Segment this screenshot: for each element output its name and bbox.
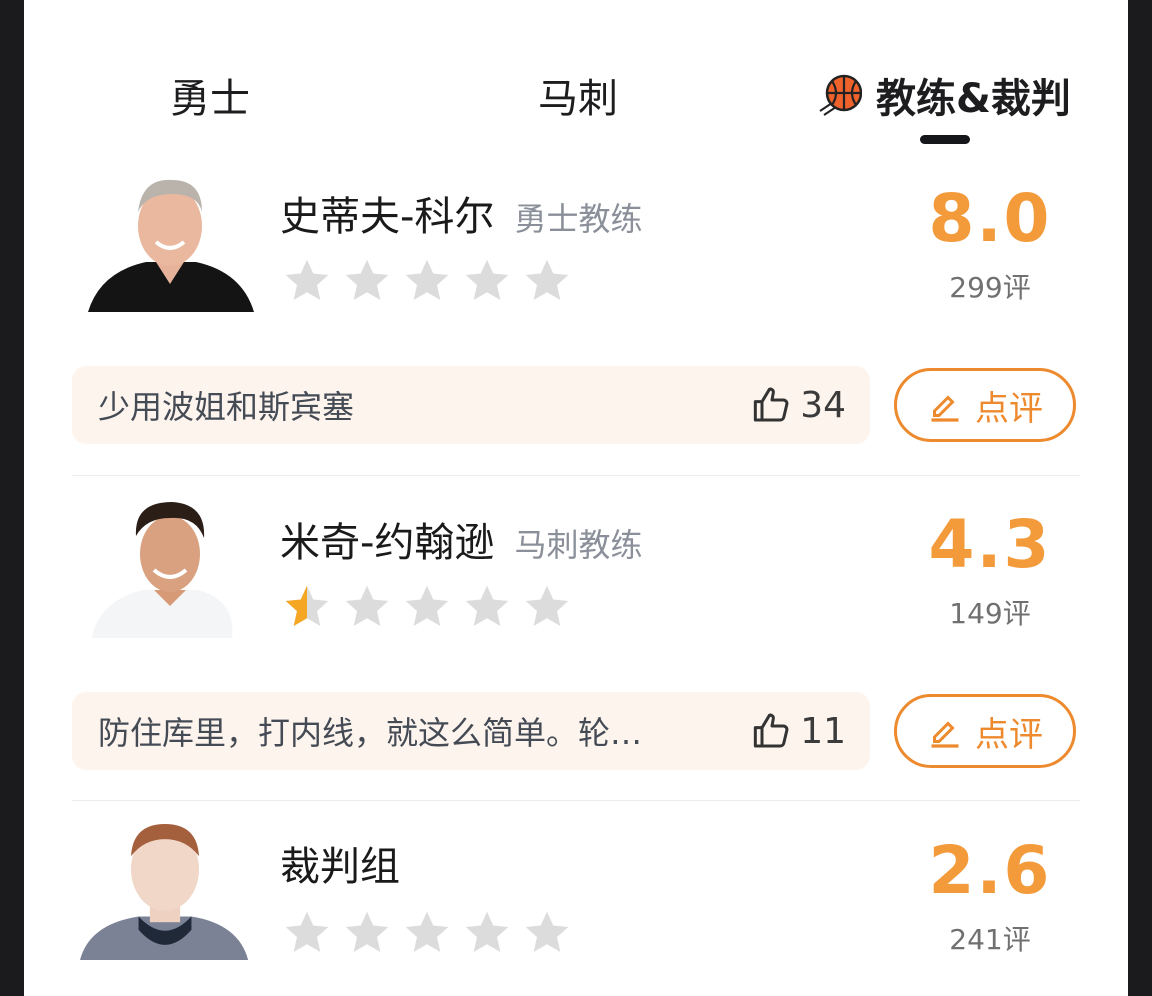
like-button[interactable]: 11 <box>752 711 846 752</box>
star-rating[interactable] <box>282 908 582 958</box>
review-button[interactable]: 点评 <box>894 368 1076 442</box>
score-value: 4.3 <box>928 506 1052 583</box>
star-icon[interactable] <box>282 256 332 306</box>
star-icon[interactable] <box>522 908 572 958</box>
tab-coach-referee[interactable]: 教练&裁判 <box>818 66 1071 124</box>
review-count: 149评 <box>949 597 1031 630</box>
star-icon[interactable] <box>402 582 452 632</box>
tab-warriors-label: 勇士 <box>170 76 250 122</box>
divider <box>72 800 1080 801</box>
tab-coach-referee-label: 教练&裁判 <box>876 76 1071 122</box>
divider <box>72 475 1080 476</box>
person-name: 裁判组 <box>280 844 400 890</box>
person-name: 米奇-约翰逊 <box>280 520 495 566</box>
thumbs-up-icon <box>754 713 789 748</box>
star-icon[interactable] <box>402 908 452 958</box>
star-icon[interactable] <box>462 908 512 958</box>
name-row: 米奇-约翰逊 马刺教练 <box>280 510 642 568</box>
name-row: 史蒂夫-科尔 勇士教练 <box>280 184 642 242</box>
like-count: 34 <box>800 384 846 426</box>
referee-avatar[interactable] <box>80 822 250 962</box>
review-count: 299评 <box>949 271 1031 304</box>
tab-spurs[interactable]: 马刺 <box>538 66 618 124</box>
star-icon[interactable] <box>522 256 572 306</box>
coach-avatar[interactable] <box>86 172 256 312</box>
star-icon[interactable] <box>342 908 392 958</box>
thumbs-up-icon <box>754 387 789 422</box>
basketball-icon <box>819 74 862 116</box>
review-button-label: 点评 <box>975 388 1043 429</box>
score-value: 8.0 <box>928 180 1052 257</box>
star-icon[interactable] <box>402 256 452 306</box>
review-button-label: 点评 <box>975 714 1043 755</box>
ratings-panel: 勇士 马刺 教练&裁判 史蒂夫-科尔 勇士教练 8.0 299评 少用波姐和斯宾… <box>24 0 1128 996</box>
star-icon[interactable] <box>282 908 332 958</box>
active-tab-indicator <box>920 135 970 144</box>
coach-avatar[interactable] <box>86 498 256 638</box>
star-icon[interactable] <box>462 256 512 306</box>
person-role: 勇士教练 <box>514 200 643 238</box>
like-count: 11 <box>800 710 846 752</box>
tab-spurs-label: 马刺 <box>538 76 618 122</box>
review-count: 241评 <box>949 923 1031 956</box>
star-rating[interactable] <box>282 582 582 632</box>
tab-warriors[interactable]: 勇士 <box>170 66 250 124</box>
person-name: 史蒂夫-科尔 <box>280 194 495 240</box>
review-button[interactable]: 点评 <box>894 694 1076 768</box>
star-icon[interactable] <box>462 582 512 632</box>
star-icon[interactable] <box>342 256 392 306</box>
tab-bar: 勇士 马刺 教练&裁判 <box>24 0 1128 150</box>
name-row: 裁判组 <box>280 834 400 892</box>
half-star-icon[interactable] <box>282 582 332 632</box>
pencil-icon <box>931 721 959 748</box>
star-icon[interactable] <box>342 582 392 632</box>
comment-text: 少用波姐和斯宾塞 <box>98 388 355 426</box>
like-button[interactable]: 34 <box>752 385 846 426</box>
star-icon[interactable] <box>522 582 572 632</box>
pencil-icon <box>931 395 959 422</box>
top-comment[interactable]: 防住库里，打内线，就这么简单。轮… 11 <box>72 692 870 770</box>
comment-text: 防住库里，打内线，就这么简单。轮… <box>98 714 643 752</box>
score-value: 2.6 <box>928 832 1052 909</box>
star-rating[interactable] <box>282 256 582 306</box>
person-role: 马刺教练 <box>514 526 643 564</box>
top-comment[interactable]: 少用波姐和斯宾塞 34 <box>72 366 870 444</box>
